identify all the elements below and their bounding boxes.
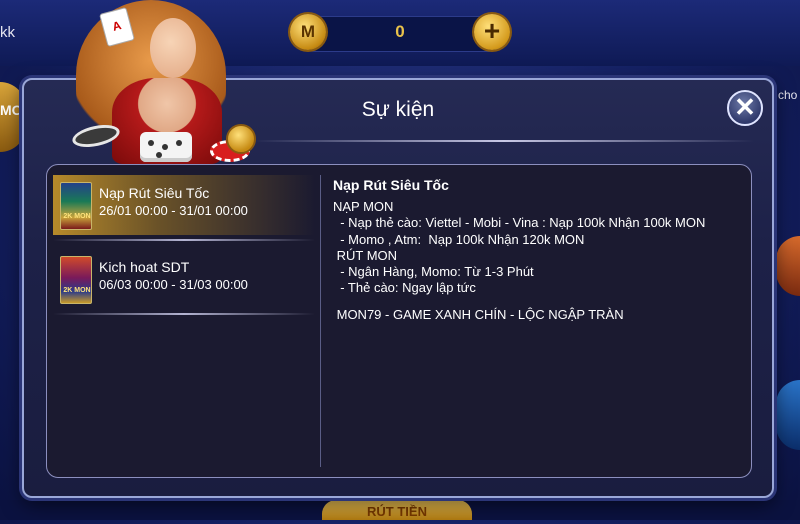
username-label: kk: [0, 24, 15, 41]
list-divider: [53, 239, 315, 241]
dealer-girl-face: [150, 18, 196, 78]
title-divider: [254, 140, 754, 142]
detail-line: - Thẻ cào: Ngay lập tức: [333, 280, 476, 296]
event-thumbnail: 2K MON: [60, 256, 92, 304]
thumbnail-text: 2K MON: [63, 287, 91, 294]
thumbnail-text: 2K MON: [63, 213, 91, 220]
detail-line: RÚT MON: [333, 247, 398, 263]
close-button[interactable]: ✕: [727, 90, 763, 126]
detail-line: - Ngân Hàng, Momo: Từ 1-3 Phút: [333, 264, 534, 280]
detail-line: NẠP MON: [333, 199, 394, 214]
event-thumbnail: 2K MON: [60, 182, 92, 230]
event-title: Kich hoat SDT: [99, 259, 190, 275]
add-coin-button[interactable]: +: [474, 14, 510, 50]
background-game-tile: [776, 236, 800, 296]
background-right-text: cho: [778, 88, 798, 102]
detail-footer: MON79 - GAME XANH CHÍN - LỘC NGẬP TRÀN: [333, 306, 624, 322]
event-date: 06/03 00:00 - 31/03 00:00: [99, 277, 248, 292]
detail-title: Nạp Rút Siêu Tốc: [333, 177, 449, 193]
detail-line: - Nạp thẻ cào: Viettel - Mobi - Vina : N…: [333, 215, 706, 231]
withdraw-button[interactable]: RÚT TIỀN: [322, 500, 472, 520]
events-panel: 2K MON Nạp Rút Siêu Tốc 26/01 00:00 - 31…: [46, 164, 752, 478]
list-divider: [53, 313, 315, 315]
panel-divider: [320, 175, 321, 467]
gold-coin-icon: [226, 124, 256, 154]
event-detail: Nạp Rút Siêu Tốc NẠP MON - Nạp thẻ cào: …: [333, 177, 743, 323]
event-item-kich-hoat[interactable]: 2K MON Kich hoat SDT 06/03 00:00 - 31/03…: [53, 249, 315, 309]
event-item-nap-rut[interactable]: 2K MON Nạp Rút Siêu Tốc 26/01 00:00 - 31…: [53, 175, 315, 235]
detail-spacer: [333, 297, 743, 307]
detail-line: - Momo , Atm: Nạp 100k Nhận 120k MON: [333, 231, 585, 247]
balance-value: 0: [395, 22, 405, 41]
dice-icon: [140, 132, 192, 162]
background-game-tile: [776, 380, 800, 450]
event-date: 26/01 00:00 - 31/01 00:00: [99, 203, 248, 218]
event-title: Nạp Rút Siêu Tốc: [99, 185, 210, 201]
mon-coin-icon: M: [290, 14, 326, 50]
